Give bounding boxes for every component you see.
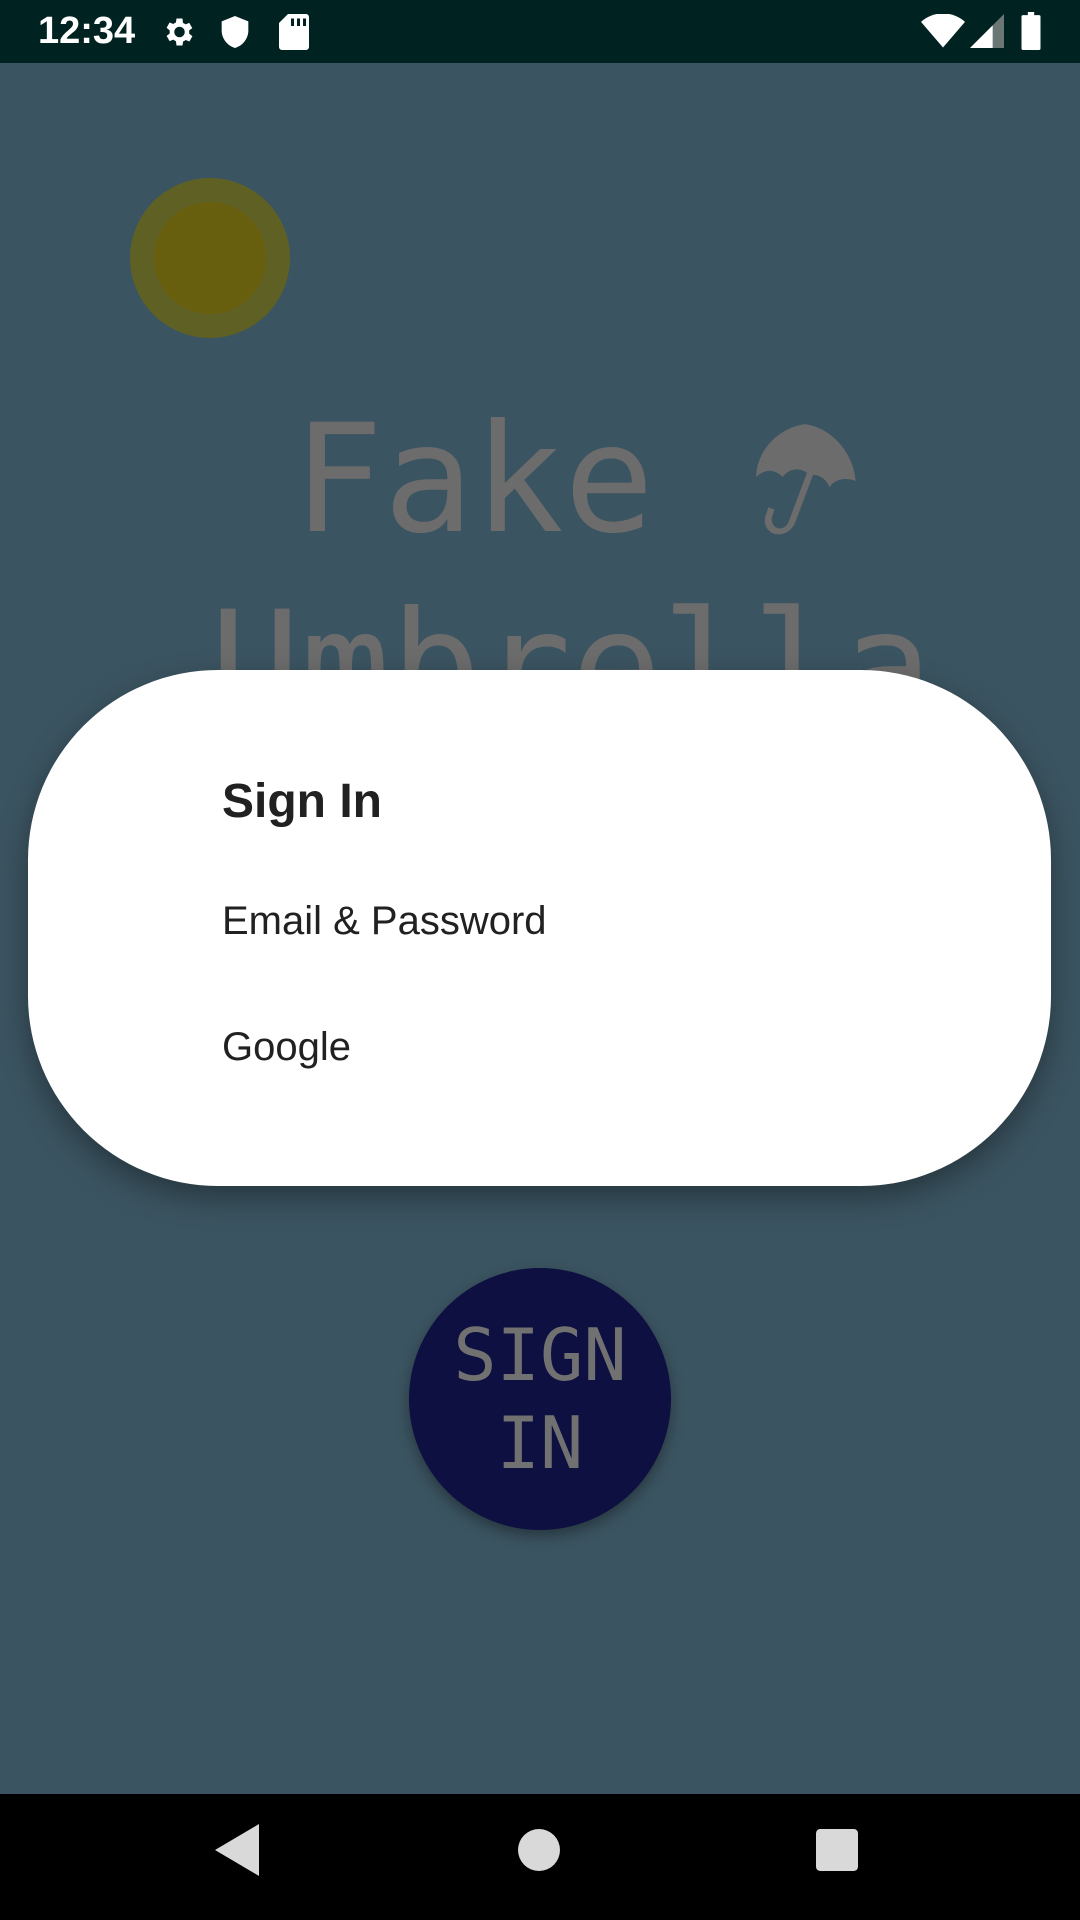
navigation-bar [0,1794,1080,1920]
shield-icon [219,14,251,55]
dialog-title: Sign In [222,775,382,828]
recents-icon[interactable] [816,1829,858,1876]
battery-icon [1021,12,1041,55]
google-option[interactable]: Google [222,1022,351,1072]
back-icon[interactable] [215,1824,259,1881]
app-title-line1: Fake [293,393,655,567]
status-bar: 12:34 [0,0,1080,63]
gear-icon [160,14,196,55]
sign-in-label-line2: IN [496,1401,584,1485]
status-time: 12:34 [38,10,136,52]
sd-card-icon [279,14,309,55]
home-icon[interactable] [518,1829,560,1876]
sun-icon [130,178,290,338]
wifi-icon [921,13,965,53]
sign-in-label-line1: SIGN [453,1313,627,1397]
signal-icon [970,14,1004,53]
sign-in-dialog: Sign In Email & Password Google [28,670,1051,1186]
sign-in-button[interactable]: SIGN IN [409,1268,671,1530]
umbrella-icon [744,416,874,551]
email-password-option[interactable]: Email & Password [222,896,547,946]
